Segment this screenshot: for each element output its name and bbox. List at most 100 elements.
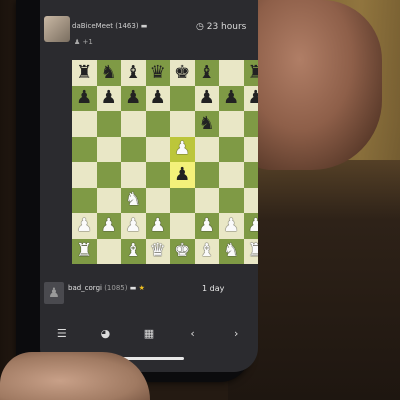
white-pawn-piece[interactable]: ♟ [174, 140, 190, 158]
board-square[interactable] [170, 85, 195, 111]
board-square[interactable]: ♜ [72, 60, 97, 86]
board-square[interactable]: ♟ [219, 213, 244, 239]
board-square[interactable]: ♟ [121, 85, 146, 111]
black-pawn-piece[interactable]: ♟ [248, 89, 258, 107]
board-square[interactable] [145, 187, 170, 213]
board-square[interactable] [219, 60, 244, 86]
black-queen-piece[interactable]: ♛ [150, 63, 166, 82]
board-square[interactable] [145, 162, 170, 188]
board-square[interactable] [121, 162, 146, 188]
board-square[interactable]: ♟ [194, 85, 219, 111]
board-square[interactable] [96, 162, 121, 188]
black-pawn-piece[interactable]: ♟ [125, 89, 141, 107]
board-square[interactable]: ♟ [96, 213, 121, 239]
board-square[interactable] [219, 136, 244, 162]
player-name[interactable]: bad_corgi (1085) ▬ ★ [68, 284, 145, 292]
white-bishop-piece[interactable]: ♝ [125, 242, 141, 260]
home-indicator[interactable] [122, 357, 184, 360]
board-square[interactable]: ♟ [170, 162, 195, 188]
board-square[interactable] [121, 136, 146, 162]
board-square[interactable] [72, 111, 97, 137]
board-square[interactable] [194, 162, 219, 188]
board-square[interactable] [96, 187, 121, 213]
board-square[interactable] [145, 111, 170, 137]
back-arrow-icon[interactable]: ‹ [183, 327, 203, 340]
white-queen-piece[interactable]: ♛ [150, 242, 166, 260]
forward-arrow-icon[interactable]: › [226, 327, 246, 340]
board-square[interactable]: ♝ [121, 60, 146, 86]
black-rook-piece[interactable]: ♜ [248, 63, 258, 82]
white-rook-piece[interactable]: ♜ [248, 242, 258, 260]
board-square[interactable]: ♜ [243, 238, 258, 264]
board-square[interactable] [243, 111, 258, 137]
board-square[interactable] [96, 238, 121, 264]
black-knight-piece[interactable]: ♞ [199, 114, 215, 133]
board-square[interactable]: ♞ [194, 111, 219, 137]
board-square[interactable] [243, 162, 258, 188]
board-square[interactable] [219, 111, 244, 137]
white-pawn-piece[interactable]: ♟ [76, 216, 92, 235]
black-pawn-piece[interactable]: ♟ [223, 89, 239, 107]
board-square[interactable] [219, 187, 244, 213]
black-bishop-piece[interactable]: ♝ [199, 63, 215, 82]
black-pawn-piece[interactable]: ♟ [76, 89, 92, 107]
board-square[interactable]: ♟ [243, 85, 258, 111]
white-pawn-piece[interactable]: ♟ [199, 216, 215, 235]
board-square[interactable]: ♜ [243, 60, 258, 86]
board-square[interactable]: ♟ [145, 85, 170, 111]
white-pawn-piece[interactable]: ♟ [150, 216, 166, 235]
board-square[interactable] [219, 162, 244, 188]
board-square[interactable]: ♜ [72, 238, 97, 264]
board-square[interactable]: ♟ [121, 213, 146, 239]
board-square[interactable]: ♚ [170, 238, 195, 264]
black-pawn-piece[interactable]: ♟ [199, 89, 215, 107]
board-square[interactable] [121, 111, 146, 137]
board-square[interactable]: ♟ [96, 85, 121, 111]
opponent-name[interactable]: daBiceMeet (1463) ▬ [72, 22, 147, 30]
board-square[interactable] [72, 187, 97, 213]
board-square[interactable] [170, 111, 195, 137]
board-square[interactable] [72, 162, 97, 188]
board-square[interactable] [243, 136, 258, 162]
board-square[interactable]: ♟ [72, 85, 97, 111]
board-square[interactable] [170, 187, 195, 213]
white-rook-piece[interactable]: ♜ [76, 242, 92, 260]
board-square[interactable]: ♚ [170, 60, 195, 86]
white-pawn-piece[interactable]: ♟ [101, 216, 117, 235]
analysis-icon[interactable]: ▦ [139, 327, 159, 340]
black-knight-piece[interactable]: ♞ [101, 63, 117, 82]
board-square[interactable] [194, 136, 219, 162]
white-bishop-piece[interactable]: ♝ [199, 242, 215, 260]
board-square[interactable]: ♛ [145, 60, 170, 86]
chat-icon[interactable]: ◕ [95, 327, 115, 340]
board-square[interactable]: ♞ [219, 238, 244, 264]
board-square[interactable]: ♝ [121, 238, 146, 264]
board-square[interactable] [243, 187, 258, 213]
chess-board[interactable]: ♜ ♞ ♝ ♛ ♚ ♝ ♜ ♟ ♟ ♟ ♟ ♟ ♟ ♟ ♞ ♟ ♟ ♞ ♟ ♟ ♟ ♟ ♟ ♟ ♟ ♜ ♝ ♛ ♚ ♝ ♞ ♜ [72, 60, 258, 264]
board-square[interactable]: ♞ [96, 60, 121, 86]
board-square[interactable]: ♝ [194, 238, 219, 264]
board-square[interactable] [170, 213, 195, 239]
black-pawn-piece[interactable]: ♟ [101, 89, 117, 107]
white-pawn-piece[interactable]: ♟ [125, 216, 141, 235]
board-square[interactable]: ♟ [194, 213, 219, 239]
board-square[interactable]: ♟ [170, 136, 195, 162]
board-square[interactable]: ♟ [219, 85, 244, 111]
white-knight-piece[interactable]: ♞ [125, 191, 141, 209]
black-pawn-piece[interactable]: ♟ [174, 165, 190, 184]
board-square[interactable]: ♝ [194, 60, 219, 86]
black-rook-piece[interactable]: ♜ [76, 63, 92, 82]
board-square[interactable] [72, 136, 97, 162]
black-pawn-piece[interactable]: ♟ [150, 89, 166, 107]
black-king-piece[interactable]: ♚ [174, 63, 190, 82]
board-square[interactable]: ♟ [72, 213, 97, 239]
board-square[interactable] [194, 187, 219, 213]
white-pawn-piece[interactable]: ♟ [223, 216, 239, 235]
moves-list-icon[interactable]: ☰ [52, 327, 72, 340]
white-pawn-piece[interactable]: ♟ [248, 216, 258, 235]
board-square[interactable] [96, 136, 121, 162]
board-square[interactable] [145, 136, 170, 162]
opponent-avatar[interactable] [44, 16, 70, 42]
black-bishop-piece[interactable]: ♝ [125, 63, 141, 82]
white-knight-piece[interactable]: ♞ [223, 242, 239, 260]
